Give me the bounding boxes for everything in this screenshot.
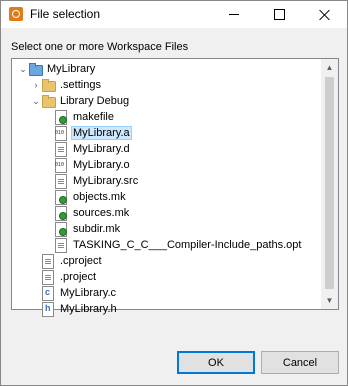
- makefile-icon: [54, 190, 68, 205]
- project-folder-icon-glyph: [29, 63, 43, 76]
- instruction-label: Select one or more Workspace Files: [11, 41, 189, 53]
- tree-item[interactable]: ⌄ Library Debug: [31, 93, 130, 109]
- tree-item-label: .cproject: [60, 255, 102, 267]
- text-file-icon: [54, 238, 68, 253]
- text-file-icon: [41, 270, 55, 285]
- project-folder-icon: [28, 62, 43, 76]
- tree-item-label: sources.mk: [73, 207, 130, 219]
- tree-item-label: TASKING_C_C___Compiler-Include_paths.opt: [73, 239, 302, 251]
- makefile-icon-glyph: [55, 222, 67, 237]
- folder-icon-glyph: [42, 95, 56, 108]
- minimize-button[interactable]: [211, 1, 256, 28]
- folder-icon: [41, 94, 56, 108]
- tree-item[interactable]: MyLibrary.o: [44, 157, 131, 173]
- makefile-icon-glyph: [55, 206, 67, 221]
- tree-item[interactable]: ⌄ MyLibrary: [18, 61, 96, 77]
- tree-item-label: MyLibrary.d: [73, 143, 130, 155]
- cancel-button[interactable]: Cancel: [261, 351, 339, 374]
- expand-right-icon[interactable]: ›: [31, 77, 41, 93]
- c-header-icon-glyph: [42, 302, 54, 317]
- tree-item-label: MyLibrary.a: [71, 126, 132, 140]
- tree-item[interactable]: MyLibrary.c: [31, 285, 117, 301]
- vertical-scrollbar[interactable]: ▲ ▼: [321, 59, 338, 309]
- text-file-icon-glyph: [55, 142, 67, 157]
- text-file-icon-glyph: [55, 174, 67, 189]
- scroll-up-icon[interactable]: ▲: [321, 59, 338, 76]
- tree-item[interactable]: makefile: [44, 109, 115, 125]
- text-file-icon: [54, 142, 68, 157]
- tree-item-label: objects.mk: [73, 191, 126, 203]
- maximize-icon: [274, 9, 285, 20]
- folder-icon: [41, 78, 56, 92]
- tree-item-label: MyLibrary: [47, 63, 96, 75]
- app-icon: [9, 7, 23, 21]
- expand-down-icon[interactable]: ⌄: [31, 93, 41, 109]
- makefile-icon-glyph: [55, 190, 67, 205]
- makefile-icon-glyph: [55, 110, 67, 125]
- binary-file-icon-glyph: [55, 126, 67, 141]
- tree-item[interactable]: subdir.mk: [44, 221, 121, 237]
- tree-item[interactable]: MyLibrary.a: [44, 125, 132, 141]
- text-file-icon-glyph: [55, 238, 67, 253]
- text-file-icon-glyph: [42, 270, 54, 285]
- tree-item[interactable]: MyLibrary.d: [44, 141, 131, 157]
- expand-down-icon[interactable]: ⌄: [18, 61, 28, 77]
- text-file-icon: [54, 174, 68, 189]
- tree-item-label: .project: [60, 271, 97, 283]
- binary-file-icon: [54, 126, 68, 141]
- tree-item-label: makefile: [73, 111, 114, 123]
- text-file-icon-glyph: [42, 254, 54, 269]
- tree-item[interactable]: MyLibrary.h: [31, 301, 118, 317]
- binary-file-icon-glyph: [55, 158, 67, 173]
- c-source-icon-glyph: [42, 286, 54, 301]
- tree-item[interactable]: .project: [31, 269, 97, 285]
- tree-item[interactable]: .cproject: [31, 253, 103, 269]
- minimize-icon: [228, 14, 239, 15]
- tree-item-label: subdir.mk: [73, 223, 121, 235]
- tree-item-label: MyLibrary.src: [73, 175, 139, 187]
- tree-item[interactable]: TASKING_C_C___Compiler-Include_paths.opt: [44, 237, 302, 253]
- c-header-icon: [41, 302, 55, 317]
- tree-item-label: MyLibrary.c: [60, 287, 117, 299]
- folder-icon-glyph: [42, 79, 56, 92]
- title-bar[interactable]: File selection: [1, 1, 347, 28]
- tree-item[interactable]: objects.mk: [44, 189, 127, 205]
- scroll-down-icon[interactable]: ▼: [321, 292, 338, 309]
- tree-item-label: MyLibrary.h: [60, 303, 117, 315]
- binary-file-icon: [54, 158, 68, 173]
- file-selection-dialog: File selection Select one or more Worksp…: [0, 0, 348, 386]
- tree-item-label: MyLibrary.o: [73, 159, 130, 171]
- text-file-icon: [41, 254, 55, 269]
- ok-button[interactable]: OK: [177, 351, 255, 374]
- close-button[interactable]: [302, 1, 347, 28]
- workspace-file-tree[interactable]: ▲ ▼ ⌄ MyLibrary › .settings ⌄ Library Debug ma…: [11, 58, 339, 317]
- tree-item-label: Library Debug: [60, 95, 130, 107]
- scrollbar-thumb[interactable]: [325, 77, 334, 289]
- makefile-icon: [54, 110, 68, 125]
- close-icon: [319, 9, 330, 20]
- tree-item[interactable]: › .settings: [31, 77, 102, 93]
- tree-item[interactable]: sources.mk: [44, 205, 130, 221]
- makefile-icon: [54, 222, 68, 237]
- makefile-icon: [54, 206, 68, 221]
- window-title: File selection: [30, 7, 101, 21]
- tree-item-label: .settings: [60, 79, 101, 91]
- tree-item[interactable]: MyLibrary.src: [44, 173, 139, 189]
- c-source-icon: [41, 286, 55, 301]
- maximize-button[interactable]: [257, 1, 302, 28]
